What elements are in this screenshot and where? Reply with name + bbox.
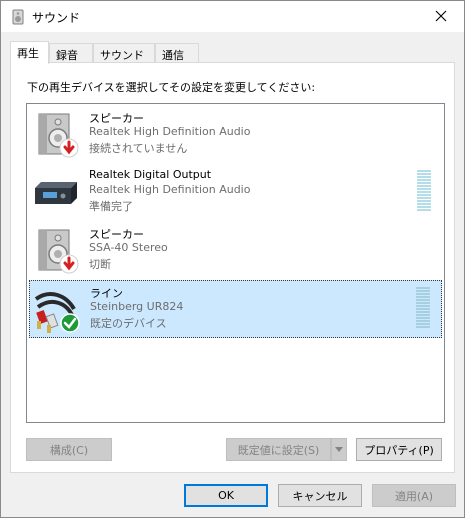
tab-recording[interactable]: 録音 bbox=[49, 43, 93, 63]
device-item-speaker-ssa40[interactable]: スピーカー SSA-40 Stereo 切断 bbox=[29, 222, 442, 280]
device-list[interactable]: スピーカー Realtek High Definition Audio 接続され… bbox=[26, 103, 445, 423]
device-name: ライン bbox=[90, 287, 123, 300]
device-description: Steinberg UR824 bbox=[90, 300, 184, 313]
playback-panel: 下の再生デバイスを選択してその設定を変更してください: スピーカー Realte… bbox=[10, 62, 455, 473]
disconnected-badge-icon bbox=[59, 254, 79, 274]
configure-button[interactable]: 構成(C) bbox=[26, 438, 112, 461]
device-name: スピーカー bbox=[89, 112, 144, 125]
level-meter bbox=[417, 170, 431, 214]
device-item-digital-output[interactable]: Realtek Digital Output Realtek High Defi… bbox=[29, 164, 442, 222]
set-default-dropdown[interactable] bbox=[331, 438, 347, 461]
device-description: Realtek High Definition Audio bbox=[89, 125, 251, 138]
ok-button[interactable]: OK bbox=[184, 484, 268, 507]
sound-dialog: サウンド 再生 録音 サウンド 通信 下の再生デバイスを選択してその設定を変更し… bbox=[0, 0, 465, 518]
close-button[interactable] bbox=[418, 1, 464, 31]
set-default-button[interactable]: 既定値に設定(S) bbox=[226, 438, 331, 461]
disconnected-badge-icon bbox=[59, 138, 79, 158]
device-status: 切断 bbox=[89, 258, 111, 271]
device-description: Realtek High Definition Audio bbox=[89, 183, 251, 196]
level-meter bbox=[416, 287, 430, 331]
chevron-down-icon bbox=[335, 447, 343, 452]
cancel-button[interactable]: キャンセル bbox=[278, 484, 362, 507]
device-status: 準備完了 bbox=[89, 200, 133, 213]
receiver-icon bbox=[35, 182, 77, 204]
device-status: 接続されていません bbox=[89, 142, 188, 155]
title-bar[interactable]: サウンド bbox=[1, 1, 464, 32]
tab-sounds[interactable]: サウンド bbox=[93, 43, 155, 63]
device-item-speaker-realtek[interactable]: スピーカー Realtek High Definition Audio 接続され… bbox=[29, 106, 442, 164]
device-name: スピーカー bbox=[89, 228, 144, 241]
speaker-title-icon bbox=[12, 9, 24, 25]
device-status: 既定のデバイス bbox=[90, 317, 167, 330]
close-icon bbox=[435, 10, 447, 22]
device-description: SSA-40 Stereo bbox=[89, 241, 168, 254]
tab-playback[interactable]: 再生 bbox=[10, 41, 49, 64]
apply-button[interactable]: 適用(A) bbox=[372, 484, 456, 507]
instruction-text: 下の再生デバイスを選択してその設定を変更してください: bbox=[27, 81, 316, 94]
tab-strip: 再生 録音 サウンド 通信 bbox=[10, 41, 450, 64]
default-check-icon bbox=[60, 313, 80, 333]
window-title: サウンド bbox=[32, 11, 81, 25]
properties-button[interactable]: プロパティ(P) bbox=[356, 438, 442, 461]
tab-communications[interactable]: 通信 bbox=[155, 43, 199, 63]
device-name: Realtek Digital Output bbox=[89, 168, 212, 181]
device-item-line-ur824[interactable]: ライン Steinberg UR824 既定のデバイス bbox=[29, 280, 442, 338]
